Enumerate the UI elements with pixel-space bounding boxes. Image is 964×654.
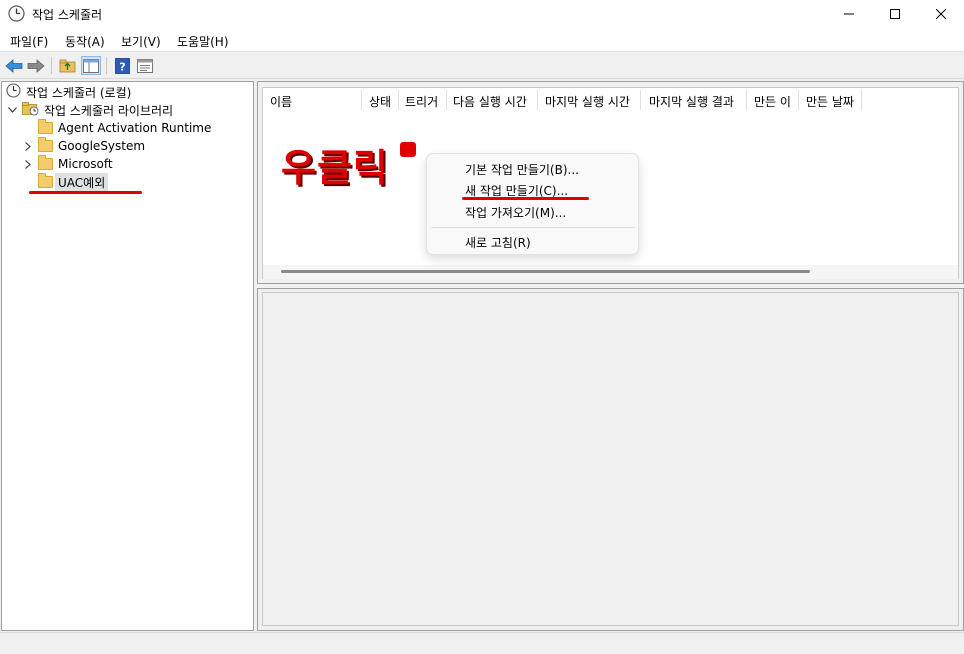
toolbar-separator: [51, 57, 52, 74]
column-header-trigger[interactable]: 트리거: [405, 93, 438, 110]
close-button[interactable]: [918, 0, 964, 28]
menu-help[interactable]: 도움말(H): [177, 33, 229, 50]
menu-view[interactable]: 보기(V): [121, 33, 161, 50]
annotation-marker: [400, 142, 416, 157]
tree-item-googlesystem[interactable]: GoogleSystem: [22, 137, 145, 155]
clock-icon: [8, 5, 25, 22]
menu-file[interactable]: 파일(F): [10, 33, 48, 50]
maximize-button[interactable]: [872, 0, 918, 28]
scrollbar-thumb[interactable]: [281, 270, 810, 273]
toolbar: ?: [0, 52, 964, 79]
column-header-status[interactable]: 상태: [369, 93, 391, 110]
folder-icon: [38, 119, 53, 134]
minimize-button[interactable]: [826, 0, 872, 28]
library-folder-icon: [22, 101, 39, 119]
context-menu: 기본 작업 만들기(B)... 새 작업 만들기(C)... 작업 가져오기(M…: [426, 153, 639, 255]
tree-item-label: GoogleSystem: [58, 139, 146, 153]
column-header-last-result[interactable]: 마지막 실행 결과: [649, 93, 734, 110]
chevron-right-icon[interactable]: [22, 159, 34, 169]
tree-item-label: UAC예외: [55, 172, 109, 192]
tree-item-label: Microsoft: [58, 157, 113, 171]
menu-item-create-basic-task[interactable]: 기본 작업 만들기(B)...: [465, 161, 579, 178]
tree-root-label: 작업 스케줄러 (로컬): [26, 85, 132, 100]
annotation-right-click-text: 우클릭: [281, 146, 389, 190]
annotation-underline-tree: [29, 191, 142, 194]
folder-icon: [38, 155, 53, 170]
horizontal-scrollbar[interactable]: [263, 265, 958, 279]
title-bar: 작업 스케줄러: [0, 0, 964, 28]
svg-text:?: ?: [119, 60, 125, 73]
clock-icon: [6, 83, 21, 101]
menu-item-import-task[interactable]: 작업 가져오기(M)...: [465, 204, 566, 221]
forward-arrow-icon[interactable]: [26, 56, 46, 75]
detail-pane: [262, 292, 959, 626]
tree-library-label: 작업 스케줄러 라이브러리: [44, 103, 174, 118]
column-header-name[interactable]: 이름: [270, 93, 292, 110]
column-header-last-run[interactable]: 마지막 실행 시간: [545, 93, 630, 110]
tree-item-agent-activation-runtime[interactable]: Agent Activation Runtime: [22, 119, 211, 137]
folder-up-icon[interactable]: [57, 56, 77, 75]
folder-icon: [38, 173, 53, 188]
annotation-underline-menu: [462, 197, 589, 200]
help-icon[interactable]: ?: [112, 56, 132, 75]
tree-item-label: Agent Activation Runtime: [58, 121, 212, 135]
window-title: 작업 스케줄러: [32, 8, 103, 22]
tree-item-microsoft[interactable]: Microsoft: [22, 155, 113, 173]
tree-root[interactable]: 작업 스케줄러 (로컬): [6, 83, 131, 101]
folder-icon: [38, 137, 53, 152]
toolbar-separator: [106, 57, 107, 74]
chevron-down-icon[interactable]: [6, 107, 18, 113]
menu-bar: 파일(F) 동작(A) 보기(V) 도움말(H): [0, 28, 964, 52]
properties-icon[interactable]: [135, 56, 155, 75]
column-header-next-run[interactable]: 다음 실행 시간: [453, 93, 527, 110]
tree-library[interactable]: 작업 스케줄러 라이브러리: [6, 101, 173, 119]
tree-pane: 작업 스케줄러 (로컬) 작업 스케줄러 라이브러리 Agent Activat…: [1, 81, 254, 631]
back-arrow-icon[interactable]: [4, 56, 24, 75]
status-bar: [0, 632, 964, 654]
show-hide-tree-icon[interactable]: [81, 56, 101, 75]
detail-pane-frame: [257, 288, 964, 631]
tree-item-uac-exception[interactable]: UAC예외: [22, 172, 109, 192]
menu-separator: [431, 227, 635, 228]
menu-action[interactable]: 동작(A): [65, 33, 105, 50]
column-header-author[interactable]: 만든 이: [754, 93, 791, 110]
menu-item-refresh[interactable]: 새로 고침(R): [465, 234, 531, 251]
column-header-created[interactable]: 만든 날짜: [806, 93, 854, 110]
chevron-right-icon[interactable]: [22, 141, 34, 151]
